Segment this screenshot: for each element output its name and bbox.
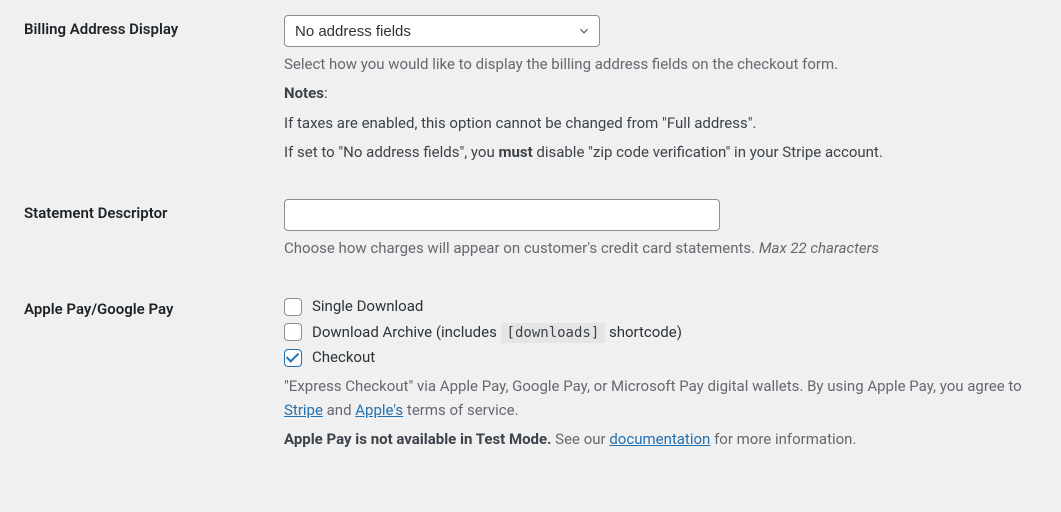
billing-desc: Select how you would like to display the… [284,53,1027,76]
billing-notes: Notes: [284,82,1027,105]
billing-note-taxes: If taxes are enabled, this option cannot… [284,112,1027,135]
link-documentation[interactable]: documentation [609,430,710,448]
statement-desc: Choose how charges will appear on custom… [284,237,1027,260]
billing-address-display-select[interactable]: No address fields [284,15,600,47]
checkbox-checkout-label[interactable]: Checkout [312,346,375,369]
applepay-desc-express: "Express Checkout" via Apple Pay, Google… [284,375,1027,422]
checkbox-checkout[interactable] [284,349,302,367]
link-stripe[interactable]: Stripe [284,401,323,419]
billing-note-zip: If set to "No address fields", you must … [284,141,1027,164]
checkbox-download-archive[interactable] [284,323,302,341]
link-apple[interactable]: Apple's [355,401,403,419]
checkbox-single-download[interactable] [284,298,302,316]
statement-descriptor-input[interactable] [284,199,720,231]
statement-descriptor-label: Statement Descriptor [24,204,167,222]
apple-pay-label: Apple Pay/Google Pay [24,300,173,318]
billing-address-display-label: Billing Address Display [24,20,178,38]
checkbox-single-download-label[interactable]: Single Download [312,295,423,318]
applepay-desc-testmode: Apple Pay is not available in Test Mode.… [284,428,1027,451]
checkbox-download-archive-label[interactable]: Download Archive (includes [downloads] s… [312,321,682,345]
shortcode-code: [downloads] [501,323,606,343]
